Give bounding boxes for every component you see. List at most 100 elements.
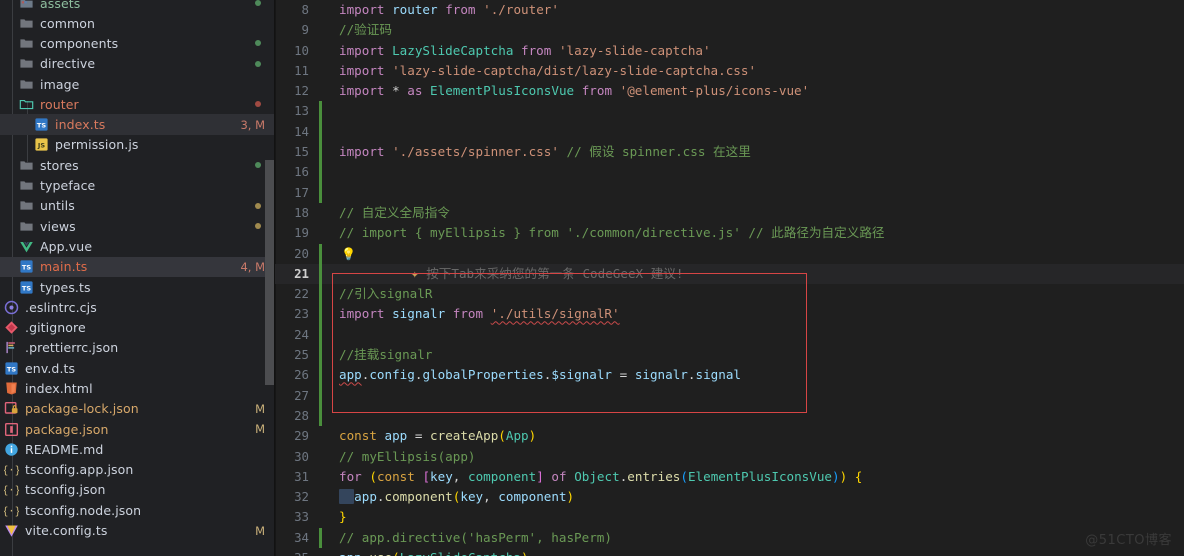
tree-item--eslintrc-cjs[interactable]: .eslintrc.cjs [0,297,275,317]
code-line-9[interactable]: 9 //验证码 [275,20,1184,40]
tree-item-label: vite.config.ts [25,523,108,539]
code-text: //挂载signalr [339,347,433,363]
code-text: // myEllipsis(app) [339,448,476,464]
git-change-gutter [319,243,322,264]
status-dot [255,223,261,230]
code-text: ✦ 按下Tab来采纳您的第一条 CodeGeeX 建议! [411,265,684,281]
code-text: app.use(LazySlideCaptcha) [322,548,1184,556]
code-line-14[interactable]: 14 [275,121,1184,143]
code-line-35[interactable]: 35app.use(LazySlideCaptcha) [275,548,1184,556]
typescript-file-icon: TS [34,117,49,132]
status-dot [255,101,261,108]
code-line-33[interactable]: 33} [275,507,1184,527]
code-line-27[interactable]: 27 [275,385,1184,406]
code-editor[interactable]: 8 import router from './router' 9 //验证码 10 im… [275,0,1184,556]
folder-assets-icon [19,0,34,11]
code-line-11[interactable]: 11 import 'lazy-slide-captcha/dist/lazy-s… [275,61,1184,81]
tree-item-stores[interactable]: stores [0,155,275,175]
typescript-file-icon: TS [4,361,19,376]
status-badge: M [255,422,265,437]
tree-item-label: main.ts [40,259,88,275]
code-line-19[interactable]: 19 // import { myEllipsis } from './commo… [275,223,1184,243]
tree-item-label: .prettierrc.json [25,340,119,356]
folder-icon [19,36,34,51]
git-change-gutter [319,324,322,346]
code-line-21[interactable]: 21 ✦ 按下Tab来采纳您的第一条 CodeGeeX 建议! [275,263,1184,285]
folder-icon [19,198,34,213]
code-line-17[interactable]: 17 [275,182,1184,203]
tree-item-label: package.json [25,421,109,437]
tree-item-types-ts[interactable]: TS types.ts [0,277,275,297]
tree-item-app-vue[interactable]: App.vue [0,236,275,256]
code-line-31[interactable]: 31 for (const [key, component] of Object.… [275,467,1184,487]
code-text: // app.directive('hasPerm', hasPerm) [339,529,612,545]
tree-item-env-d-ts[interactable]: TS env.d.ts [0,358,275,378]
code-line-22[interactable]: 22 //引入signalR [275,284,1184,305]
code-text: import 'lazy-slide-captcha/dist/lazy-sli… [339,62,757,78]
tree-item-readme-md[interactable]: README.md [0,439,275,459]
code-line-15[interactable]: 15 import './assets/spinner.css' // 假设 sp… [275,142,1184,163]
tree-item-assets[interactable]: assets [0,0,275,13]
code-line-16[interactable]: 16 [275,162,1184,183]
code-line-30[interactable]: 30 // myEllipsis(app) [275,447,1184,467]
tree-item-image[interactable]: image [0,74,275,94]
code-line-10[interactable]: 10 import LazySlideCaptcha from 'lazy-sli… [275,41,1184,61]
tree-item-views[interactable]: views [0,216,275,236]
tree-item-components[interactable]: components [0,33,275,53]
code-line-18[interactable]: 18 // 自定义全局指令 [275,203,1184,223]
line-number: 17 [294,184,309,200]
code-line-8[interactable]: 8 import router from './router' [275,0,1184,20]
line-number: 19 [294,225,309,241]
code-line-12[interactable]: 12 import * as ElementPlusIconsVue from '… [275,81,1184,101]
tree-item--gitignore[interactable]: .gitignore [0,317,275,337]
prettier-file-icon [4,340,19,355]
tree-item-typeface[interactable]: typeface [0,175,275,195]
code-line-34[interactable]: 34 // app.directive('hasPerm', hasPerm) [275,527,1184,549]
tree-item-index-ts[interactable]: TS index.ts 3, M [0,114,275,135]
tree-item-common[interactable]: common [0,13,275,33]
lightbulb-icon[interactable]: 💡 [341,248,356,260]
json-file-icon: {·} [4,482,19,497]
git-file-icon [4,320,19,335]
tree-item-router[interactable]: router [0,94,275,114]
folder-icon [19,158,34,173]
code-line-28[interactable]: 28 [275,405,1184,427]
html-file-icon [4,381,19,396]
file-explorer-sidebar[interactable]: assets common components directive image rout… [0,0,275,556]
watermark: @51CTO博客 [1085,533,1172,548]
line-number: 9 [301,22,309,38]
tree-item-tsconfig-json[interactable]: {·} tsconfig.json [0,480,275,500]
code-line-29[interactable]: 29 const app = createApp(App) [275,426,1184,446]
tree-item-vite-config-ts[interactable]: vite.config.ts M [0,520,275,540]
tree-item-index-html[interactable]: index.html [0,378,275,398]
code-line-25[interactable]: 25 //挂载signalr [275,345,1184,366]
code-line-13[interactable]: 13 [275,101,1184,122]
javascript-file-icon: JS [34,137,49,152]
code-line-23[interactable]: 23 import signalr from './utils/signalR' [275,304,1184,325]
tree-item-permission-js[interactable]: JS permission.js [0,135,275,155]
status-dot [255,60,261,67]
tree-item-directive[interactable]: directive [0,54,275,74]
tree-item-package-lock-json[interactable]: package-lock.json M [0,399,275,419]
tree-item-main-ts[interactable]: TS main.ts 4, M [0,256,275,277]
package-lock-icon [4,401,19,416]
status-badge: 3, M [240,117,265,132]
code-text: import LazySlideCaptcha from 'lazy-slide… [339,42,711,58]
code-line-20[interactable]: 20 [275,243,1184,264]
line-number: 29 [294,428,309,444]
typescript-file-icon: TS [19,259,34,274]
code-line-24[interactable]: 24 [275,324,1184,346]
tree-item-label: App.vue [40,238,93,254]
svg-text:TS: TS [22,264,31,272]
tree-item-package-json[interactable]: package.json M [0,419,275,439]
code-line-32[interactable]: 32 app.component(key, component) [275,487,1184,507]
code-line-26[interactable]: 26 app.config.globalProperties.$signalr =… [275,365,1184,386]
svg-text:JS: JS [37,142,45,150]
status-badge: 4, M [240,259,265,274]
tree-item-tsconfig-node-json[interactable]: {·} tsconfig.node.json [0,500,275,520]
tree-item-tsconfig-app-json[interactable]: {·} tsconfig.app.json [0,460,275,480]
tree-item-label: assets [40,0,81,11]
git-change-gutter [319,182,322,203]
tree-item-untils[interactable]: untils [0,196,275,216]
tree-item--prettierrc-json[interactable]: .prettierrc.json [0,338,275,358]
